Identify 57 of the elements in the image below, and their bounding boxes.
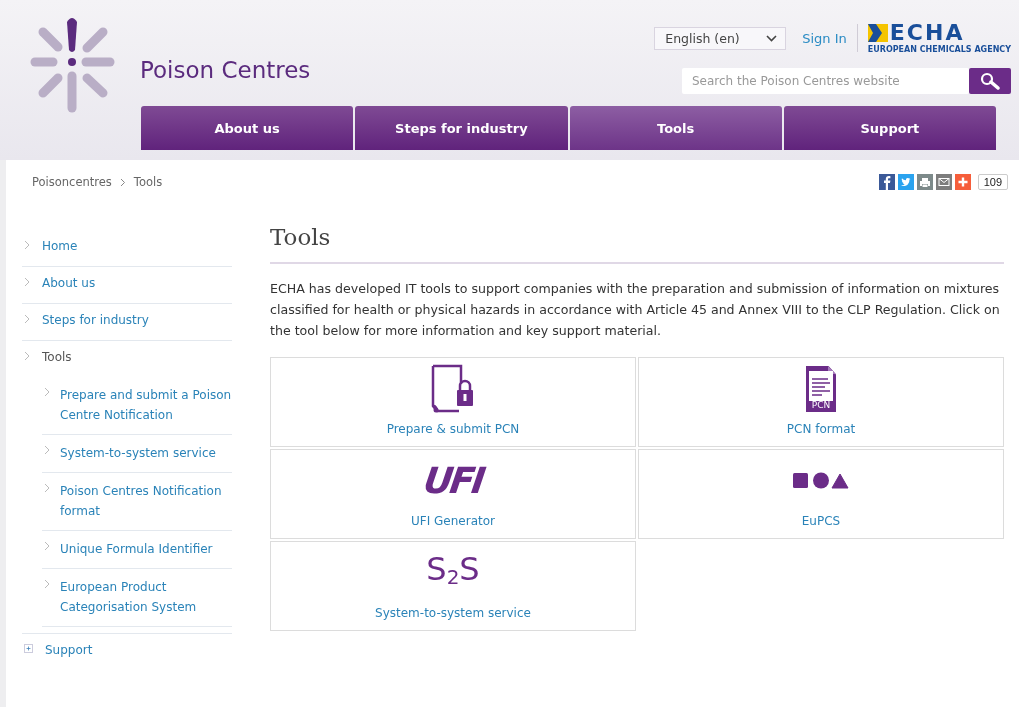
sidebar-link[interactable]: Tools [42, 349, 72, 366]
tool-label: System-to-system service [375, 606, 531, 620]
chevron-icon [44, 387, 50, 397]
sidebar-link[interactable]: Home [42, 238, 78, 255]
tool-label: EuPCS [801, 514, 841, 528]
chevron-icon [24, 314, 30, 324]
tool-tile[interactable]: EuPCS [638, 449, 1004, 539]
plus-icon[interactable] [954, 174, 971, 190]
facebook-icon[interactable] [878, 174, 895, 190]
chevron-icon [44, 541, 50, 551]
tool-tile[interactable]: PCN PCN format [638, 357, 1004, 447]
shapes-icon [793, 472, 849, 490]
chevron-icon [24, 240, 30, 250]
intro-paragraph: ECHA has developed IT tools to support companies with the preparation and submission of information on mixtures classified for health or physical hazards in accordance with Article 45 and Annex VIII to the CLP Regulation. Click on the tool below for more information and key support material. [270, 280, 1001, 340]
document-icon: PCN [806, 366, 836, 412]
chevron-icon [119, 177, 126, 187]
locked-document-icon [430, 364, 476, 414]
sidebar-link[interactable]: European Product Categorisation System [60, 577, 232, 617]
nav-tab[interactable]: About us [141, 106, 354, 150]
nav-tab[interactable]: Tools [569, 106, 782, 150]
nav-tab[interactable]: Steps for industry [355, 106, 568, 150]
breadcrumb-current: Tools [133, 175, 163, 189]
tool-tile[interactable]: Prepare & submit PCN [270, 357, 636, 447]
sidebar-link[interactable]: System-to-system service [60, 443, 216, 463]
chevron-icon [24, 277, 30, 287]
share-count: 109 [977, 174, 1008, 190]
search-icon [979, 72, 1001, 90]
sidebar-link[interactable]: Prepare and submit a Poison Centre Notification [60, 385, 232, 425]
language-select[interactable]: English (en) [654, 26, 787, 50]
chevron-icon [44, 579, 50, 589]
search-field[interactable]: Search the Poison Centres website [682, 68, 969, 94]
tool-label: Prepare & submit PCN [386, 422, 520, 436]
chevron-icon [44, 483, 50, 493]
expand-icon[interactable] [24, 644, 33, 653]
tool-tile[interactable]: S$_{2}$S System-to-system service [270, 541, 636, 631]
mail-icon[interactable] [935, 174, 952, 190]
page-heading: Tools [270, 224, 1004, 264]
ufi-logo: UFI [421, 463, 485, 499]
caret-icon [766, 34, 778, 42]
nav-tab[interactable]: Support [783, 106, 996, 150]
s2s-logo: S$_{2}$S [426, 551, 480, 591]
sidebar-link[interactable]: Support [45, 642, 93, 659]
chevron-icon [44, 445, 50, 455]
search-button[interactable] [969, 68, 1011, 94]
echa-logo[interactable]: ECHA EUROPEAN CHEMICALS AGENCY [867, 22, 1011, 54]
sidebar-link[interactable]: About us [42, 275, 96, 292]
print-icon[interactable] [916, 174, 933, 190]
sign-in-link[interactable]: Sign In [802, 30, 847, 46]
chevron-icon [24, 351, 30, 361]
site-title[interactable]: Poison Centres [140, 57, 311, 83]
tool-label: UFI Generator [411, 514, 495, 528]
breadcrumb-link[interactable]: Poisoncentres [32, 175, 112, 189]
sidebar-link[interactable]: Poison Centres Notification format [60, 481, 232, 521]
sidebar-link[interactable]: Steps for industry [42, 312, 149, 329]
tool-label: PCN format [786, 422, 856, 436]
sidebar-link[interactable]: Unique Formula Identifier [60, 539, 213, 559]
tool-tile[interactable]: UFI UFI Generator [270, 449, 636, 539]
